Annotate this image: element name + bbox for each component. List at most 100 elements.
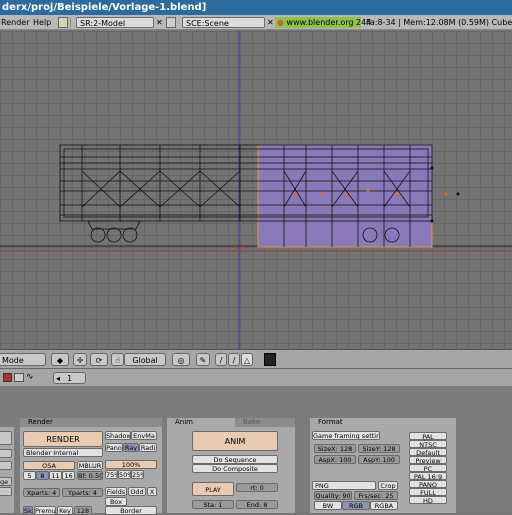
screen-icon[interactable] [58, 17, 68, 28]
manipulator-icon[interactable]: ✛ [73, 353, 87, 366]
size-50[interactable]: 50% [118, 470, 131, 479]
file-format-select[interactable]: PNG [312, 481, 376, 490]
key-toggle[interactable]: Key [57, 506, 73, 515]
close-scene-icon[interactable]: ✕ [267, 17, 274, 28]
train-wagon-model [0, 31, 512, 349]
ge-button[interactable]: ge [0, 477, 12, 486]
frame-field[interactable]: ◂ 1 [53, 372, 86, 384]
size-100[interactable]: 100% [105, 460, 157, 469]
xparts-field[interactable]: Xparts: 4 [23, 488, 60, 497]
render-panel-title: Render [28, 418, 53, 426]
ray-toggle[interactable]: Ray [123, 443, 139, 452]
do-sequence-toggle[interactable]: Do Sequence [192, 455, 278, 464]
x-toggle[interactable]: X [147, 487, 157, 496]
odd-toggle[interactable]: Odd [128, 487, 146, 496]
k128-field[interactable]: 128 [74, 506, 92, 515]
snap-icon[interactable]: ✎ [196, 353, 210, 366]
envmap-toggle[interactable]: EnvMa [131, 431, 157, 440]
scene-icon[interactable] [166, 17, 176, 28]
image-icon[interactable] [14, 373, 24, 382]
curve-icon[interactable]: ∿ [26, 372, 34, 382]
sky-toggle[interactable]: Sky [23, 506, 33, 515]
pivot-icon[interactable]: ◎ [172, 353, 190, 366]
do-composite-toggle[interactable]: Do Composite [192, 464, 278, 473]
sta-field[interactable]: Sta: 1 [192, 500, 234, 509]
output-button-1[interactable] [0, 431, 12, 445]
osa-toggle[interactable]: OSA [23, 461, 75, 470]
rgb-toggle[interactable]: RGB [342, 501, 370, 510]
rotate-manipulator-icon[interactable]: ⟳ [90, 353, 108, 366]
size-75[interactable]: 75% [105, 470, 118, 479]
scene-stats: Fa:8-34 | Mem:12.08M (0.59M) Cube.003 [366, 18, 512, 27]
layer-icon[interactable] [264, 353, 276, 366]
osa-5[interactable]: 5 [23, 471, 36, 480]
triangle-icon[interactable]: △ [241, 353, 253, 366]
osa-16[interactable]: 16 [62, 471, 75, 480]
mblur-toggle[interactable]: MBLUR [77, 461, 103, 470]
blender-logo-icon: ● [277, 18, 284, 27]
game-framing-button[interactable]: Game framing settings [312, 431, 380, 440]
preset-default[interactable]: Default [409, 448, 447, 456]
render-engine-select[interactable]: Blender Internal [23, 448, 103, 457]
buttons-window: ge Render RENDER Shadow EnvMa Pano Ray R… [0, 386, 512, 515]
size-25[interactable]: 25% [131, 470, 144, 479]
end-field[interactable]: End: 8 [236, 500, 278, 509]
preset-ntsc[interactable]: NTSC [409, 440, 447, 448]
preset-pano[interactable]: PANO [409, 480, 447, 488]
blender-url[interactable]: ● www.blender.org 244 [275, 17, 371, 28]
brush-icon[interactable]: / [228, 353, 240, 366]
anim-button[interactable]: ANIM [192, 431, 278, 451]
orientation-select[interactable]: Global [124, 353, 166, 366]
box-toggle[interactable]: Box [105, 497, 127, 506]
yparts-field[interactable]: Yparts: 4 [62, 488, 103, 497]
premul-toggle[interactable]: Premul [34, 506, 56, 515]
preset-pal169[interactable]: PAL 16:9 [409, 472, 447, 480]
preset-pal[interactable]: PAL [409, 432, 447, 440]
preset-full[interactable]: FULL [409, 488, 447, 496]
output-button-5[interactable] [0, 487, 12, 496]
border-toggle[interactable]: Border [105, 506, 157, 515]
output-button-3[interactable] [0, 461, 12, 470]
pano-toggle[interactable]: Pano [105, 443, 123, 452]
frs-field[interactable]: Frs/sec: 25 [354, 491, 398, 500]
quality-field[interactable]: Quality: 90 [314, 491, 352, 500]
bw-toggle[interactable]: BW [314, 501, 342, 510]
sizey-field[interactable]: SizeY: 128 [358, 444, 400, 453]
close-screen-icon[interactable]: ✕ [156, 17, 163, 28]
menu-render[interactable]: Render [1, 17, 29, 28]
rgba-toggle[interactable]: RGBA [370, 501, 398, 510]
anim-tab[interactable]: Anim [167, 418, 235, 427]
preset-preview[interactable]: Preview [409, 456, 447, 464]
rt-field[interactable]: rt: 0 [236, 483, 278, 492]
draw-type-icon[interactable]: ◆ [51, 353, 69, 366]
scene-select[interactable]: SCE:Scene [182, 17, 265, 28]
osa-11[interactable]: 11 [49, 471, 62, 480]
aspy-field[interactable]: AspY: 100 [358, 455, 400, 464]
frame-left-arrow-icon[interactable]: ◂ [56, 373, 60, 385]
fields-toggle[interactable]: Fields [105, 487, 127, 496]
screen-select[interactable]: SR:2-Model [76, 17, 154, 28]
shadow-toggle[interactable]: Shadow [105, 431, 131, 440]
render-panel-tab[interactable]: Render [20, 418, 162, 427]
mode-select[interactable]: Mode [0, 353, 46, 366]
pen-icon[interactable]: / [215, 353, 227, 366]
render-icon[interactable] [3, 373, 12, 382]
radio-toggle[interactable]: Radi [139, 443, 157, 452]
sizex-field[interactable]: SizeX: 128 [314, 444, 356, 453]
render-panel: RENDER Shadow EnvMa Pano Ray Radi Blende… [20, 427, 162, 515]
bake-tab[interactable]: Bake [235, 418, 295, 427]
crop-toggle[interactable]: Crop [378, 481, 398, 490]
preset-pc[interactable]: PC [409, 464, 447, 472]
menu-help[interactable]: Help [33, 17, 51, 28]
bf-field[interactable]: Bf: 0.50 [77, 471, 103, 480]
output-button-2[interactable] [0, 449, 12, 458]
play-button[interactable]: PLAY [192, 482, 234, 496]
render-button[interactable]: RENDER [23, 431, 103, 447]
preset-hd[interactable]: HD [409, 496, 447, 504]
format-panel-tab[interactable]: Format [310, 418, 456, 427]
buttons-header: ∿ ◂ 1 [0, 368, 512, 386]
hand-icon[interactable]: ☝ [111, 353, 124, 366]
osa-8[interactable]: 8 [36, 471, 49, 480]
aspx-field[interactable]: AspX: 100 [314, 455, 356, 464]
3d-viewport[interactable] [0, 31, 512, 349]
